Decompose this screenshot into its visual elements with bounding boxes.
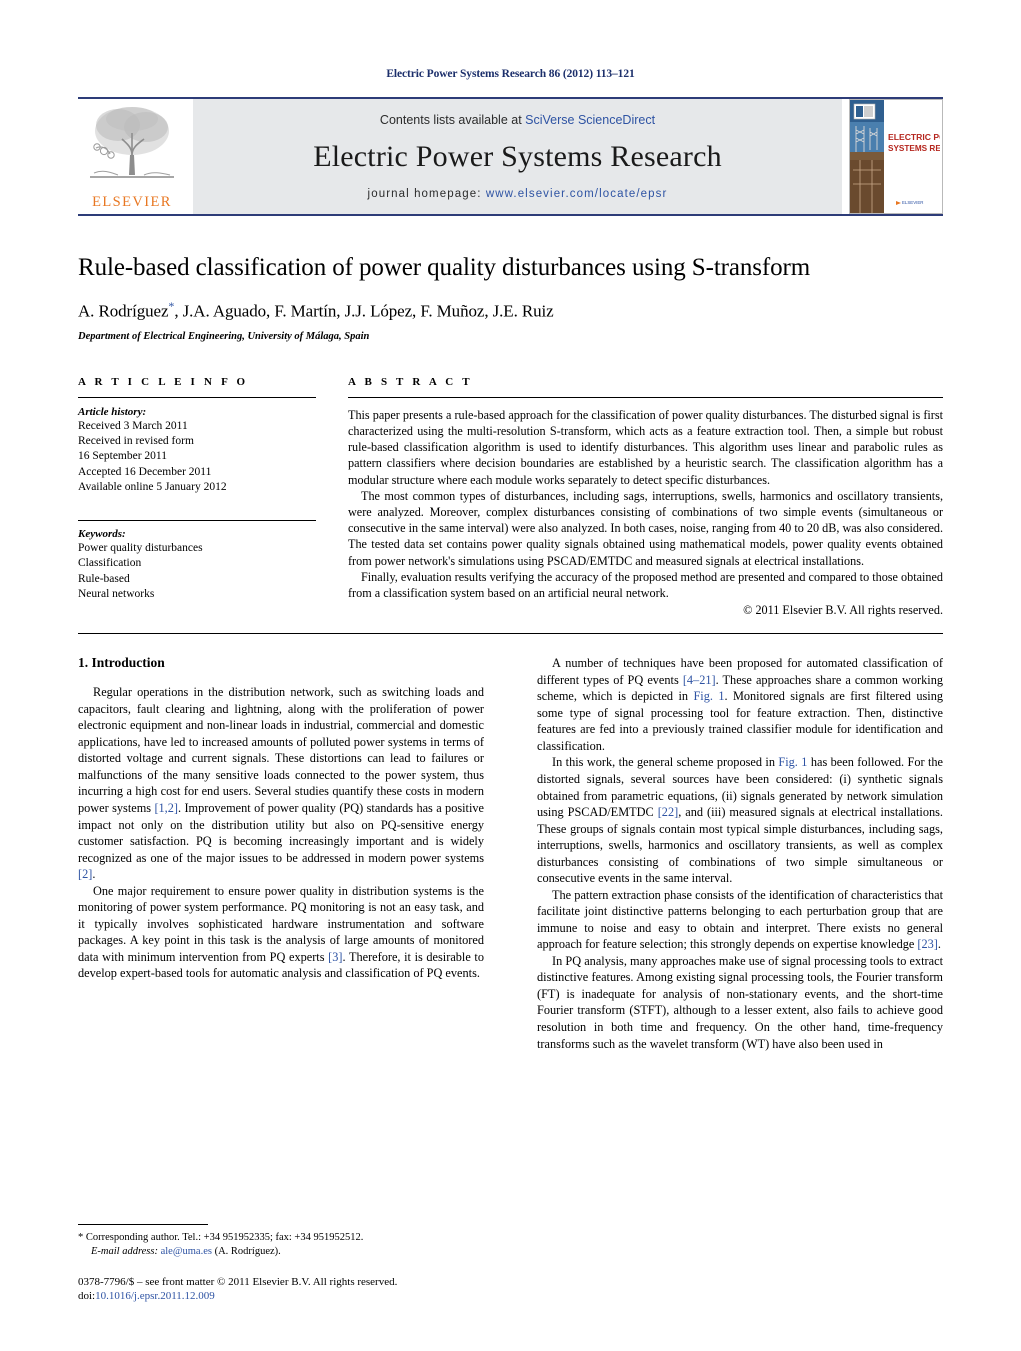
doi-line: doi:10.1016/j.epsr.2011.12.009 [78,1289,484,1304]
homepage-label: journal homepage: [367,187,482,200]
body-column-right: A number of techniques have been propose… [537,655,943,1052]
history-item: Received in revised form [78,435,194,448]
paper-page: Electric Power Systems Research 86 (2012… [0,0,1021,1351]
body-columns: 1. Introduction Regular operations in th… [78,655,943,1052]
cover-publisher: ELSEVIER [902,200,923,205]
email-label: E-mail address: [91,1245,158,1257]
intro-paragraph: One major requirement to ensure power qu… [78,883,484,981]
intro-paragraph: The pattern extraction phase consists of… [537,887,943,952]
journal-title: Electric Power Systems Research [313,139,722,173]
cover-title-line2: SYSTEMS RESEARCH [888,144,940,153]
keywords-rule [78,519,316,521]
contents-prefix: Contents lists available at [379,112,526,127]
corresponding-author-note: * Corresponding author. Tel.: +34 951952… [78,1231,484,1259]
masthead-bottom-rule [78,214,943,216]
email-owner: (A. Rodríguez). [214,1245,281,1257]
email-line: E-mail address: ale@uma.es (A. Rodríguez… [78,1245,484,1259]
issn-doi-block: 0378-7796/$ – see front matter © 2011 El… [78,1275,484,1304]
sciencedirect-link[interactable]: SciVerse ScienceDirect [525,113,655,127]
abstract-rule [348,396,943,398]
keyword-item: Rule-based [78,572,130,585]
abstract-column: A B S T R A C T This paper presents a ru… [348,376,943,619]
doi-link[interactable]: 10.1016/j.epsr.2011.12.009 [95,1290,215,1302]
elsevier-wordmark: ELSEVIER [92,194,172,210]
intro-paragraph: Regular operations in the distribution n… [78,685,484,882]
abstract-heading: A B S T R A C T [348,375,473,388]
doi-label: doi: [78,1290,96,1303]
keyword-item: Power quality disturbances [78,541,203,554]
masthead-center: Contents lists available at SciVerse Sci… [193,99,842,214]
section-heading-introduction: 1. Introduction [78,655,165,671]
cover-artwork: ELECTRIC POWER SYSTEMS RESEARCH ELSEVIER [850,100,942,213]
cover-title-line1: ELECTRIC POWER [888,132,940,142]
column-gap [316,376,348,619]
intro-paragraph: A number of techniques have been propose… [537,656,943,753]
journal-cover-thumbnail[interactable]: ELECTRIC POWER SYSTEMS RESEARCH ELSEVIER [849,99,943,214]
keyword-item: Classification [78,557,142,570]
running-head: Electric Power Systems Research 86 (2012… [386,68,635,80]
email-link[interactable]: ale@uma.es [161,1246,212,1257]
keywords-label: Keywords: [78,527,126,540]
history-item: Accepted 16 December 2011 [78,465,212,478]
body-separator-rule [78,633,943,635]
contents-available-line: Contents lists available at SciVerse Sci… [380,113,655,127]
abstract-paragraph: The most common types of disturbances, i… [348,488,943,568]
corresponding-author-line: * Corresponding author. Tel.: +34 951952… [78,1231,364,1243]
history-item: 16 September 2011 [78,450,168,463]
footnote-block: * Corresponding author. Tel.: +34 951952… [78,1206,484,1304]
article-info-column: A R T I C L E I N F O Article history: R… [78,376,316,619]
keyword-item: Neural networks [78,587,155,600]
journal-masthead: ELSEVIER Contents lists available at Sci… [78,99,943,214]
body-column-gap [484,655,537,1052]
info-abstract-row: A R T I C L E I N F O Article history: R… [78,376,943,619]
abstract-paragraph: Finally, evaluation results verifying th… [348,569,943,601]
intro-paragraph: In this work, the general scheme propose… [537,755,943,886]
author-list: A. Rodríguez*, J.A. Aguado, F. Martín, J… [78,299,943,322]
history-item: Available online 5 January 2012 [78,481,227,494]
article-info-heading: A R T I C L E I N F O [78,375,249,388]
body-column-left: 1. Introduction Regular operations in th… [78,655,484,1052]
article-history-label: Article history: [78,405,147,418]
intro-paragraph: In PQ analysis, many approaches make use… [537,953,943,1051]
abstract-paragraph: This paper presents a rule-based approac… [348,407,943,487]
other-authors: , J.A. Aguado, F. Martín, J.J. López, F.… [174,301,554,321]
journal-homepage-line: journal homepage: www.elsevier.com/locat… [368,188,668,200]
page-title: Rule-based classification of power quali… [78,254,811,281]
elsevier-logo[interactable]: ELSEVIER [78,99,186,214]
corresponding-author-name: A. Rodríguez [78,301,169,321]
issn-line: 0378-7796/$ – see front matter © 2011 El… [78,1275,398,1288]
footnote-rule [78,1223,208,1225]
article-info-rule [78,396,316,398]
history-item: Received 3 March 2011 [78,419,188,432]
homepage-url-link[interactable]: www.elsevier.com/locate/epsr [486,188,668,200]
abstract-body: This paper presents a rule-based approac… [348,407,943,619]
abstract-copyright: © 2011 Elsevier B.V. All rights reserved… [743,603,943,618]
elsevier-tree-icon [90,107,174,178]
affiliation: Department of Electrical Engineering, Un… [78,330,370,342]
